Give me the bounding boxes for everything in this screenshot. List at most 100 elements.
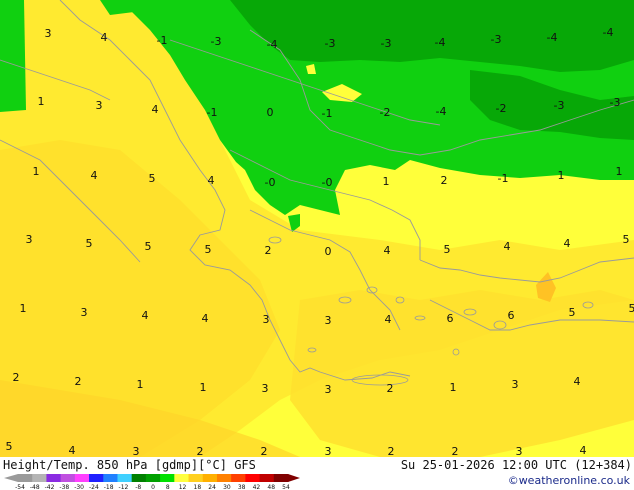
- isotherm-value: 5: [629, 302, 634, 315]
- isotherm-value: -1: [157, 34, 168, 47]
- isotherm-value: -4: [603, 26, 614, 39]
- isotherm-value: -0: [265, 176, 276, 189]
- isotherm-value: 3: [325, 383, 332, 396]
- isotherm-value: 5: [6, 440, 13, 453]
- isotherm-value: 0: [267, 106, 274, 119]
- isotherm-value: -1: [498, 172, 509, 185]
- isotherm-value: 1: [200, 381, 207, 394]
- scale-swatch: [174, 474, 190, 482]
- isotherm-value: 3: [45, 27, 52, 40]
- scale-tick: 38: [238, 484, 246, 490]
- scale-tick: 8: [166, 484, 170, 490]
- isotherm-value: 1: [38, 95, 45, 108]
- cold-patch-west: [0, 0, 26, 112]
- isotherm-value: 1: [450, 381, 457, 394]
- isotherm-value: -3: [381, 37, 392, 50]
- scale-swatch: [245, 474, 261, 482]
- isotherm-value: 2: [387, 382, 394, 395]
- isotherm-value: 3: [325, 445, 332, 457]
- isotherm-value: 3: [26, 233, 33, 246]
- scale-swatch: [117, 474, 133, 482]
- isotherm-value: 2: [75, 375, 82, 388]
- scale-tick: 42: [253, 484, 261, 490]
- isotherm-value: 4: [564, 237, 571, 250]
- isotherm-value: 4: [504, 240, 511, 253]
- isotherm-value: -2: [380, 106, 391, 119]
- isotherm-value: 4: [101, 31, 108, 44]
- isotherm-value: 3: [96, 99, 103, 112]
- isotherm-value: 5: [205, 243, 212, 256]
- temperature-map: 3 4 -1 -3 -4 -3 -3 -4 -3 -4 -4 1 3 4 -1 0 -1 -2 -4 -2 -3 -3 1 4…: [0, 0, 634, 457]
- map-title: Height/Temp. 850 hPa [gdmp][°C] GFS: [3, 458, 256, 472]
- site-credit[interactable]: ©weatheronline.co.uk: [508, 474, 630, 487]
- scale-swatch: [60, 474, 76, 482]
- isotherm-value: -2: [496, 102, 507, 115]
- isotherm-value: -4: [547, 31, 558, 44]
- isotherm-value: 4: [69, 444, 76, 457]
- isotherm-value: 1: [33, 165, 40, 178]
- isotherm-value: 2: [452, 445, 459, 457]
- scale-tick: 30: [223, 484, 231, 490]
- scale-tick: -18: [104, 484, 114, 490]
- scale-tick: 0: [151, 484, 155, 490]
- isotherm-value: 2: [441, 174, 448, 187]
- temp-field-south: [290, 290, 634, 457]
- scale-tick: 18: [194, 484, 202, 490]
- isotherm-value: -3: [610, 96, 621, 109]
- isotherm-value: 2: [388, 445, 395, 457]
- isotherm-value: -1: [207, 106, 218, 119]
- isotherm-value: 3: [133, 445, 140, 457]
- isotherm-value: 6: [447, 312, 454, 325]
- isotherm-value: 2: [13, 371, 20, 384]
- isotherm-value: 1: [383, 175, 390, 188]
- isotherm-value: 1: [558, 169, 565, 182]
- isotherm-value: 3: [262, 382, 269, 395]
- isotherm-value: 4: [91, 169, 98, 182]
- isotherm-value: 6: [508, 309, 515, 322]
- valid-time: Su 25-01-2026 12:00 UTC (12+384): [400, 458, 632, 472]
- isotherm-value: -4: [267, 38, 278, 51]
- isotherm-value: -3: [325, 37, 336, 50]
- scale-tick: 24: [208, 484, 216, 490]
- isotherm-value: 5: [569, 306, 576, 319]
- isotherm-value: 3: [512, 378, 519, 391]
- color-scale-legend: -54 -48 -42 -38 -30 -24 -18 -12 -8 0 8 12 18 24 30 38 42…: [4, 474, 300, 490]
- scale-tick: -38: [59, 484, 69, 490]
- isotherm-value: 4: [142, 309, 149, 322]
- scale-tick: -54: [15, 484, 25, 490]
- scale-swatches: [4, 474, 300, 482]
- isotherm-value: 2: [261, 445, 268, 457]
- scale-swatch: [188, 474, 204, 482]
- isotherm-value: 3: [325, 314, 332, 327]
- isotherm-value: 4: [202, 312, 209, 325]
- scale-tick: -12: [119, 484, 129, 490]
- forecast-map-window: 3 4 -1 -3 -4 -3 -3 -4 -3 -4 -4 1 3 4 -1 0 -1 -2 -4 -2 -3 -3 1 4…: [0, 0, 634, 490]
- isotherm-value: 3: [263, 313, 270, 326]
- scale-tick: -24: [89, 484, 99, 490]
- scale-tick: -42: [45, 484, 55, 490]
- isotherm-value: 4: [574, 375, 581, 388]
- scale-tick: 48: [267, 484, 275, 490]
- scale-swatch: [202, 474, 218, 482]
- isotherm-value: -3: [211, 35, 222, 48]
- isotherm-value: 4: [152, 103, 159, 116]
- scale-tick-labels: -54 -48 -42 -38 -30 -24 -18 -12 -8 0 8 12 18 24 30 38 42…: [15, 484, 290, 490]
- isotherm-value: 3: [516, 445, 523, 457]
- scale-swatch: [131, 474, 147, 482]
- isotherm-value: -3: [491, 33, 502, 46]
- isotherm-value: -4: [435, 36, 446, 49]
- scale-left-arrow: [4, 474, 18, 482]
- isotherm-value: -3: [554, 99, 565, 112]
- isotherm-value: 5: [86, 237, 93, 250]
- scale-swatch: [231, 474, 246, 482]
- isotherm-value: 5: [149, 172, 156, 185]
- scale-tick: -48: [30, 484, 40, 490]
- isotherm-value: 5: [145, 240, 152, 253]
- isotherm-value: 0: [325, 245, 332, 258]
- isotherm-value: 2: [265, 244, 272, 257]
- scale-tick: -8: [135, 484, 141, 490]
- isotherm-value: 3: [81, 306, 88, 319]
- isotherm-value: 1: [137, 378, 144, 391]
- scale-swatch: [74, 474, 90, 482]
- scale-swatch: [32, 474, 47, 482]
